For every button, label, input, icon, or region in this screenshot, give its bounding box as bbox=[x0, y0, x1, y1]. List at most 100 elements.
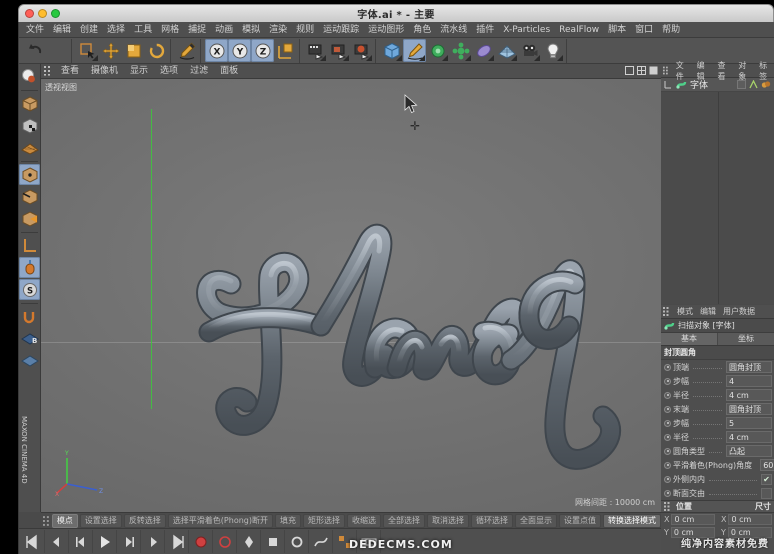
play-back-button[interactable] bbox=[21, 530, 45, 553]
spline-pen-button[interactable] bbox=[403, 39, 426, 62]
viewport-3d[interactable]: 透视视图 Y Z X ✛ 网格间距: 10000 cm bbox=[41, 79, 661, 512]
menu-item-edit[interactable]: 编辑 bbox=[49, 23, 75, 37]
attr-checkbox-hull-inwards[interactable]: ✔ bbox=[761, 473, 772, 485]
mode-button-loop-selection[interactable]: 循环选择 bbox=[471, 513, 513, 528]
attr-value-top-radius[interactable]: 4 cm bbox=[726, 389, 772, 401]
keyframe-rotation-button[interactable] bbox=[285, 530, 309, 553]
attr-row-top-radius[interactable]: 半径 4 cm bbox=[661, 388, 774, 402]
brush-button[interactable] bbox=[175, 39, 198, 62]
attr-value-end-steps[interactable]: 5 bbox=[726, 417, 772, 429]
live-selection-button[interactable] bbox=[76, 39, 99, 62]
am-menu-mode[interactable]: 模式 bbox=[675, 306, 695, 317]
menu-item-window[interactable]: 窗口 bbox=[631, 23, 657, 37]
attr-row-phong-angle[interactable]: 平滑着色(Phong)角度 60 ° bbox=[661, 458, 774, 472]
rotate-button[interactable] bbox=[145, 39, 168, 62]
menu-item-character[interactable]: 角色 bbox=[409, 23, 435, 37]
tab-basic[interactable]: 基本 bbox=[661, 333, 718, 345]
model-mode-button[interactable] bbox=[19, 93, 40, 114]
attr-row-end-radius[interactable]: 半径 4 cm bbox=[661, 430, 774, 444]
am-menu-edit[interactable]: 编辑 bbox=[698, 306, 718, 317]
menu-item-tools[interactable]: 工具 bbox=[130, 23, 156, 37]
camera-button[interactable] bbox=[518, 39, 541, 62]
attr-value-top-cap[interactable]: 圆角封顶 bbox=[726, 361, 772, 373]
step-back-button[interactable] bbox=[45, 530, 69, 553]
menu-item-snap[interactable]: 捕捉 bbox=[184, 23, 210, 37]
menu-item-xparticles[interactable]: X-Particles bbox=[499, 23, 554, 37]
render-region-button[interactable] bbox=[327, 39, 350, 62]
uv-mode-button[interactable] bbox=[19, 306, 40, 327]
menu-item-create[interactable]: 创建 bbox=[76, 23, 102, 37]
deformer-button[interactable] bbox=[449, 39, 472, 62]
render-settings-button[interactable] bbox=[350, 39, 373, 62]
polygon-mode-button[interactable] bbox=[19, 208, 40, 229]
param-toggle-icon[interactable] bbox=[664, 377, 671, 385]
menu-item-mesh[interactable]: 网格 bbox=[157, 23, 183, 37]
modebar-grip-icon[interactable] bbox=[43, 515, 50, 527]
mode-button-set-selection[interactable]: 设置选择 bbox=[79, 513, 122, 528]
viewport-menu-display[interactable]: 显示 bbox=[125, 65, 153, 78]
om-menu-tags[interactable]: 标签 bbox=[757, 60, 774, 82]
cube-primitive-button[interactable] bbox=[380, 39, 403, 62]
move-button[interactable] bbox=[99, 39, 122, 62]
axis-y-button[interactable]: Y bbox=[228, 39, 251, 62]
menu-item-motion-tracker[interactable]: 运动跟踪 bbox=[319, 23, 363, 37]
attr-row-end-cap[interactable]: 末端 圆角封顶 bbox=[661, 402, 774, 416]
keyframe-scale-button[interactable] bbox=[261, 530, 285, 553]
view-split-icon[interactable] bbox=[637, 66, 646, 75]
attr-value-top-steps[interactable]: 4 bbox=[726, 375, 772, 387]
attr-row-hull-inwards[interactable]: 外侧内内 ✔ bbox=[661, 472, 774, 486]
om-menu-view[interactable]: 查看 bbox=[715, 60, 733, 82]
coordinate-input-position-x[interactable]: 0 cm bbox=[671, 514, 715, 525]
play-forward-button[interactable] bbox=[165, 530, 189, 553]
mode-button-deselect[interactable]: 取消选择 bbox=[427, 513, 469, 528]
scale-button[interactable] bbox=[122, 39, 145, 62]
extra-mode-button[interactable] bbox=[19, 350, 40, 371]
world-axis-button[interactable] bbox=[274, 39, 297, 62]
param-toggle-icon[interactable] bbox=[664, 433, 671, 441]
floor-scene-button[interactable] bbox=[495, 39, 518, 62]
phong-tag-icon[interactable] bbox=[749, 80, 758, 89]
render-view-button[interactable] bbox=[304, 39, 327, 62]
view-single-icon[interactable] bbox=[625, 66, 634, 75]
object-manager-tree-area[interactable] bbox=[661, 92, 774, 304]
om-menu-object[interactable]: 对象 bbox=[736, 60, 754, 82]
mode-button-points[interactable]: 模点 bbox=[51, 513, 78, 528]
mode-button-phong-break[interactable]: 选择平滑着色(Phong)断开 bbox=[167, 513, 273, 528]
enable-axis-button[interactable] bbox=[19, 257, 40, 278]
step-forward-button[interactable] bbox=[141, 530, 165, 553]
mode-button-set-point-value[interactable]: 设置点值 bbox=[559, 513, 601, 528]
mode-button-shrink-selection[interactable]: 收缩选 bbox=[347, 513, 381, 528]
axis-x-button[interactable]: X bbox=[205, 39, 228, 62]
coordinates-grip-icon[interactable] bbox=[664, 502, 673, 511]
coordinate-cell-position-x[interactable]: X 0 cm bbox=[661, 514, 718, 525]
param-toggle-icon[interactable] bbox=[664, 475, 671, 483]
attr-row-fillet-type[interactable]: 圆角类型 凸起 bbox=[661, 444, 774, 458]
expand-arrow-icon[interactable] bbox=[664, 80, 673, 89]
light-button[interactable] bbox=[541, 39, 564, 62]
mode-button-fill[interactable]: 填充 bbox=[275, 513, 301, 528]
menu-item-animate[interactable]: 动画 bbox=[211, 23, 237, 37]
param-toggle-icon[interactable] bbox=[664, 405, 671, 413]
attr-row-top-cap[interactable]: 顶端 圆角封顶 bbox=[661, 360, 774, 374]
viewport-grip-icon[interactable] bbox=[44, 66, 54, 76]
mode-button-select-all[interactable]: 全部选择 bbox=[383, 513, 425, 528]
object-manager-grip-icon[interactable] bbox=[663, 66, 671, 75]
menu-item-pipeline[interactable]: 流水线 bbox=[436, 23, 471, 37]
material-tag-icon[interactable] bbox=[761, 80, 771, 90]
view-maximize-icon[interactable] bbox=[649, 66, 658, 75]
coordinate-input-size-x[interactable]: 0 cm bbox=[728, 514, 772, 525]
menu-item-simulate[interactable]: 模拟 bbox=[238, 23, 264, 37]
menu-item-help[interactable]: 帮助 bbox=[658, 23, 684, 37]
attr-row-section-cross[interactable]: 断面交由 bbox=[661, 486, 774, 500]
coordinate-cell-size-x[interactable]: X 0 cm bbox=[718, 514, 774, 525]
viewport-menu-panel[interactable]: 面板 bbox=[215, 65, 243, 78]
param-toggle-icon[interactable] bbox=[664, 447, 671, 455]
attr-value-end-radius[interactable]: 4 cm bbox=[726, 431, 772, 443]
sweep-text-object[interactable] bbox=[171, 164, 631, 484]
prev-key-button[interactable] bbox=[69, 530, 93, 553]
point-mode-button[interactable] bbox=[19, 164, 40, 185]
redo-button[interactable] bbox=[46, 39, 69, 62]
edge-mode-button[interactable] bbox=[19, 186, 40, 207]
param-toggle-icon[interactable] bbox=[664, 419, 671, 427]
menu-item-file[interactable]: 文件 bbox=[22, 23, 48, 37]
